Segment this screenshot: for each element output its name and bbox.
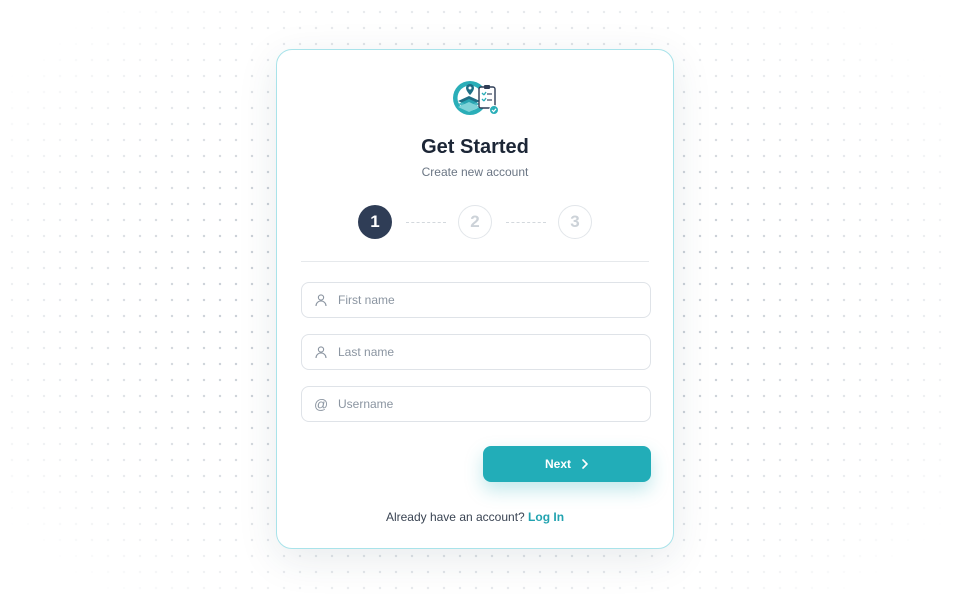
map-clipboard-logo-icon [453,81,499,115]
login-prompt-text: Already have an account? [385,510,525,524]
last-name-field[interactable] [301,334,651,370]
username-field[interactable]: @ [301,386,651,422]
login-prompt: Already have an account? Log In [277,510,673,524]
step-1-indicator: 1 [358,205,392,239]
page-title: Get Started [421,136,529,158]
user-icon [315,346,327,359]
step-connector [406,222,446,223]
first-name-input[interactable] [338,283,638,317]
step-2-indicator: 2 [458,205,492,239]
username-input[interactable] [338,387,638,421]
step-3-indicator: 3 [558,205,592,239]
next-button[interactable]: Next [483,446,651,482]
last-name-input[interactable] [338,335,638,369]
page-subtitle: Create new account [421,165,529,179]
divider [301,261,649,262]
at-sign-icon: @ [314,396,329,412]
first-name-field[interactable] [301,282,651,318]
login-link[interactable]: Log In [528,510,564,524]
step-connector [506,222,546,223]
chevron-right-icon [582,459,588,469]
next-button-label: Next [544,457,571,471]
user-icon [315,294,327,307]
signup-card: Get Started Create new account 1 2 3 @ N… [276,49,674,549]
